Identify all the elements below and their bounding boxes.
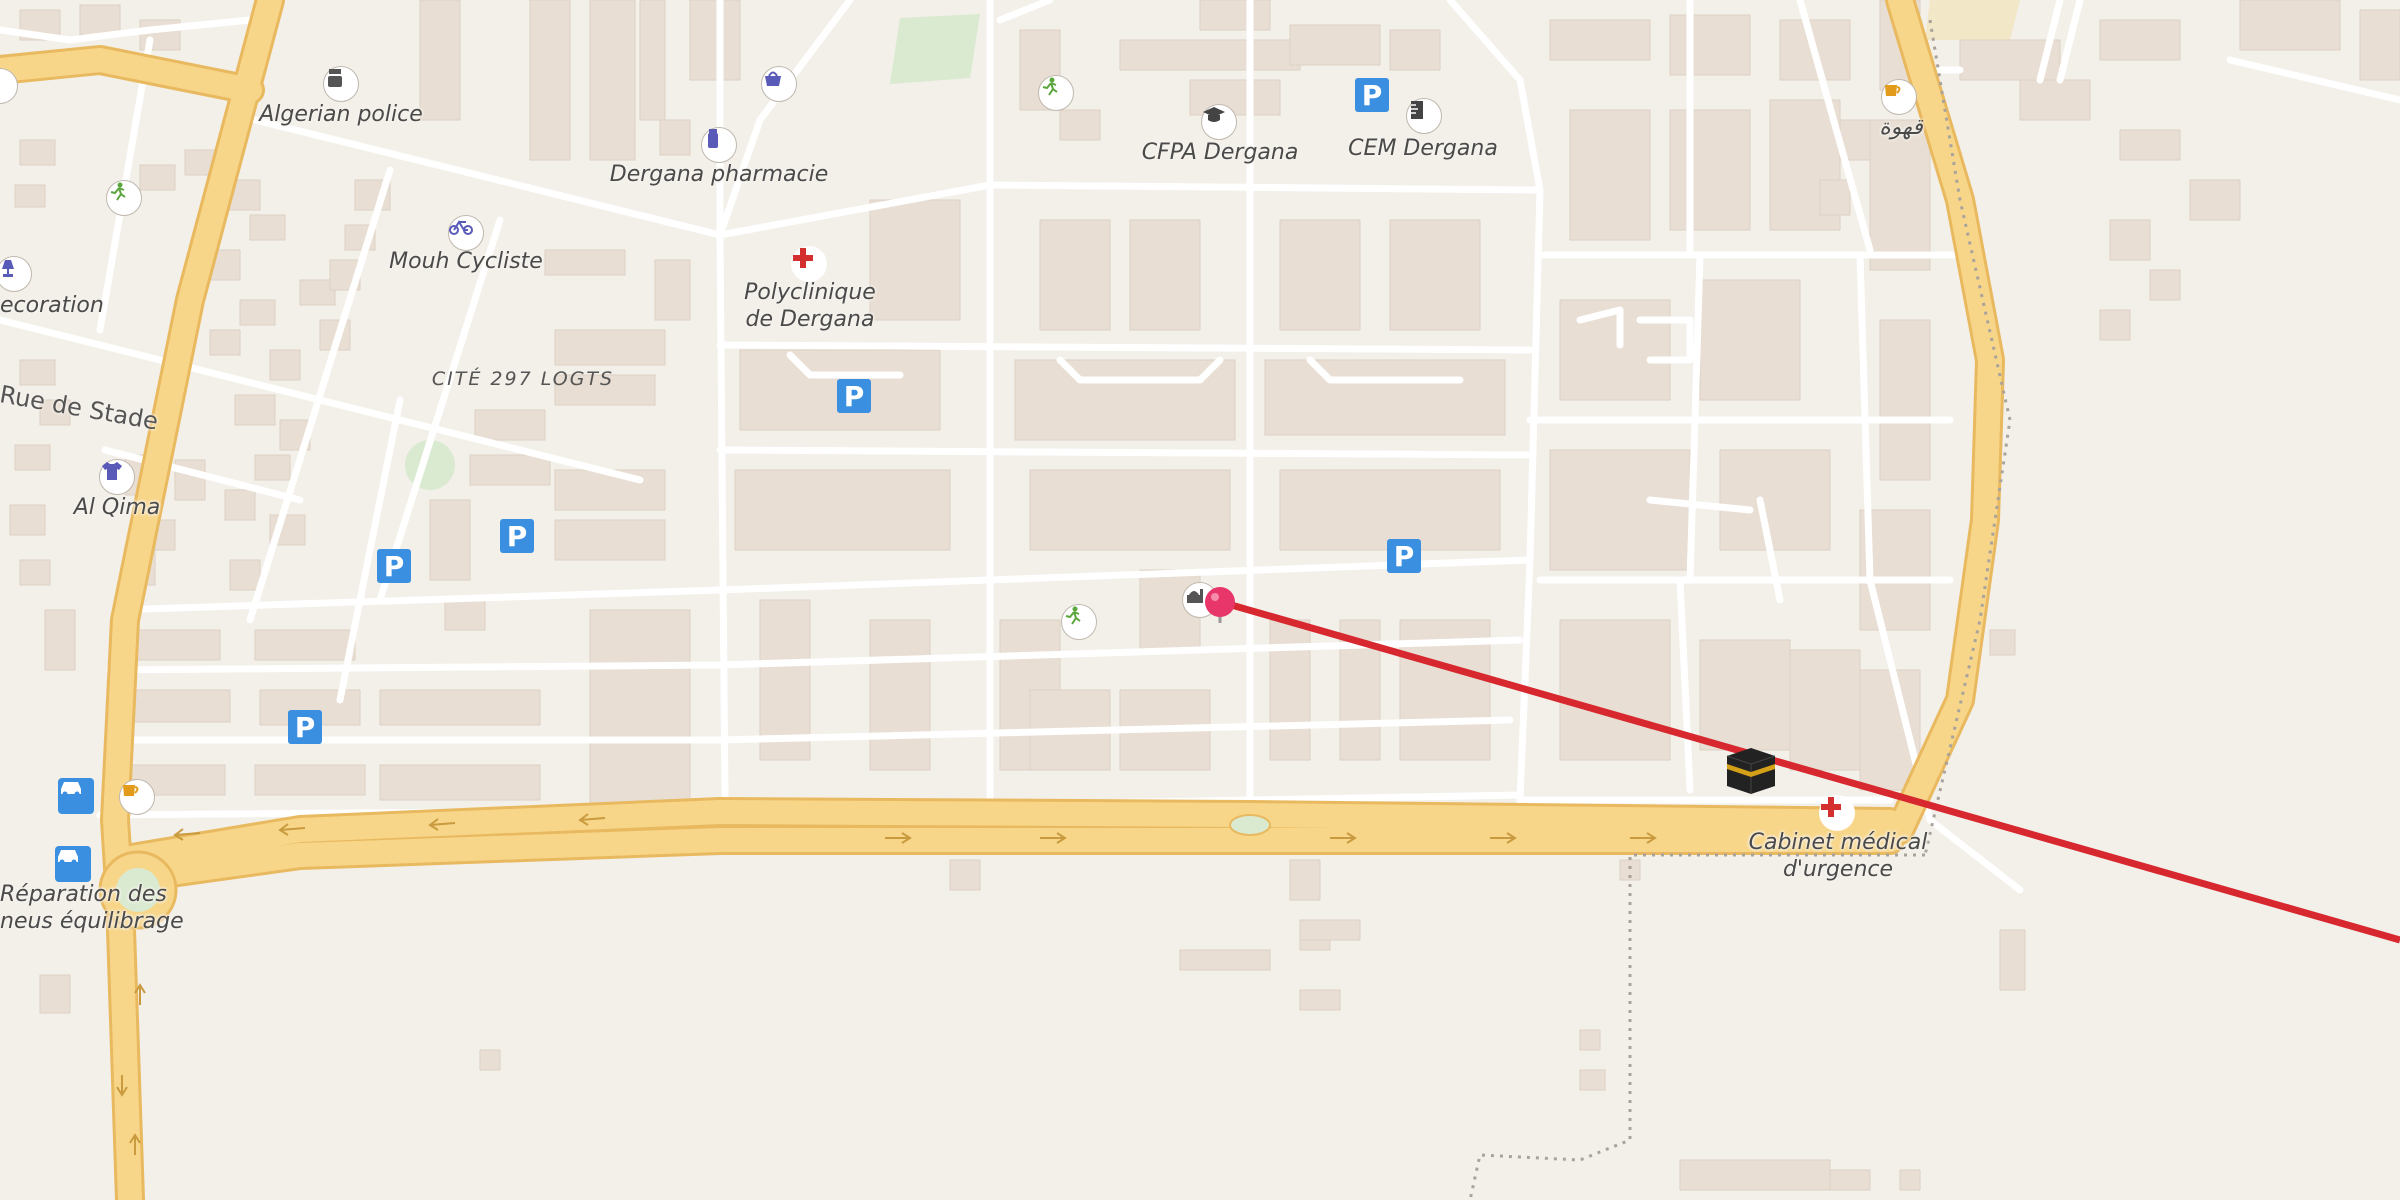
parking-icon[interactable]: P bbox=[377, 549, 411, 583]
cabinet-line-1: Cabinet médical bbox=[1748, 830, 1928, 855]
reparation-line-1: Réparation des bbox=[0, 882, 167, 907]
qibla-direction-line bbox=[1199, 592, 2400, 944]
district-label: CITÉ 297 LOGTS bbox=[431, 368, 615, 390]
running-person-icon[interactable] bbox=[1061, 604, 1097, 640]
median-island bbox=[1229, 814, 1271, 836]
label-reparation[interactable]: Réparation des neus équilibrage bbox=[0, 881, 184, 935]
label-cafe-arabic[interactable]: قهوة bbox=[1879, 114, 1923, 141]
label-dergana-pharmacie[interactable]: Dergana pharmacie bbox=[610, 161, 828, 188]
sports-field bbox=[890, 14, 980, 84]
bicycle-icon[interactable] bbox=[448, 215, 484, 251]
parking-icon[interactable]: P bbox=[288, 710, 322, 744]
polyclinique-line-1: Polyclinique bbox=[744, 280, 876, 305]
medical-cross-icon[interactable] bbox=[1819, 795, 1855, 831]
reparation-line-2: neus équilibrage bbox=[0, 909, 184, 934]
ruler-icon[interactable] bbox=[1406, 98, 1442, 134]
police-icon[interactable] bbox=[323, 66, 359, 102]
map-canvas[interactable]: CITÉ 297 LOGTS Rue de Stade Algerian pol… bbox=[0, 0, 2400, 1200]
coffee-cup-icon[interactable] bbox=[1881, 79, 1917, 115]
parking-icon[interactable]: P bbox=[500, 519, 534, 553]
parking-icon[interactable]: P bbox=[1355, 78, 1389, 112]
parking-icon[interactable]: P bbox=[1387, 539, 1421, 573]
label-cem-dergana[interactable]: CEM Dergana bbox=[1348, 135, 1498, 162]
cabinet-line-2: d'urgence bbox=[1782, 857, 1894, 882]
label-cabinet-medical[interactable]: Cabinet médical d'urgence bbox=[1749, 829, 1928, 883]
car-icon[interactable] bbox=[55, 846, 91, 882]
graduation-cap-icon[interactable] bbox=[1201, 104, 1237, 140]
label-algerian-police[interactable]: Algerian police bbox=[259, 101, 423, 128]
pharmacy-icon[interactable] bbox=[701, 127, 737, 163]
label-al-qima[interactable]: Al Qima bbox=[74, 494, 161, 521]
running-person-icon[interactable] bbox=[1038, 75, 1074, 111]
coffee-cup-icon[interactable] bbox=[119, 779, 155, 815]
parking-icon[interactable]: P bbox=[837, 379, 871, 413]
label-decoration[interactable]: ecoration bbox=[0, 292, 104, 319]
running-person-icon[interactable] bbox=[106, 180, 142, 216]
medical-cross-icon[interactable] bbox=[791, 246, 827, 282]
shirt-icon[interactable] bbox=[99, 459, 135, 495]
polyclinique-line-2: de Dergana bbox=[745, 307, 875, 332]
shopping-basket-icon[interactable] bbox=[761, 66, 797, 102]
label-polyclinique[interactable]: Polyclinique de Dergana bbox=[744, 279, 876, 333]
car-icon[interactable] bbox=[58, 778, 94, 814]
label-cfpa-dergana[interactable]: CFPA Dergana bbox=[1142, 139, 1299, 166]
sand-area bbox=[1925, 0, 2020, 40]
label-mouh-cycliste[interactable]: Mouh Cycliste bbox=[389, 248, 543, 275]
